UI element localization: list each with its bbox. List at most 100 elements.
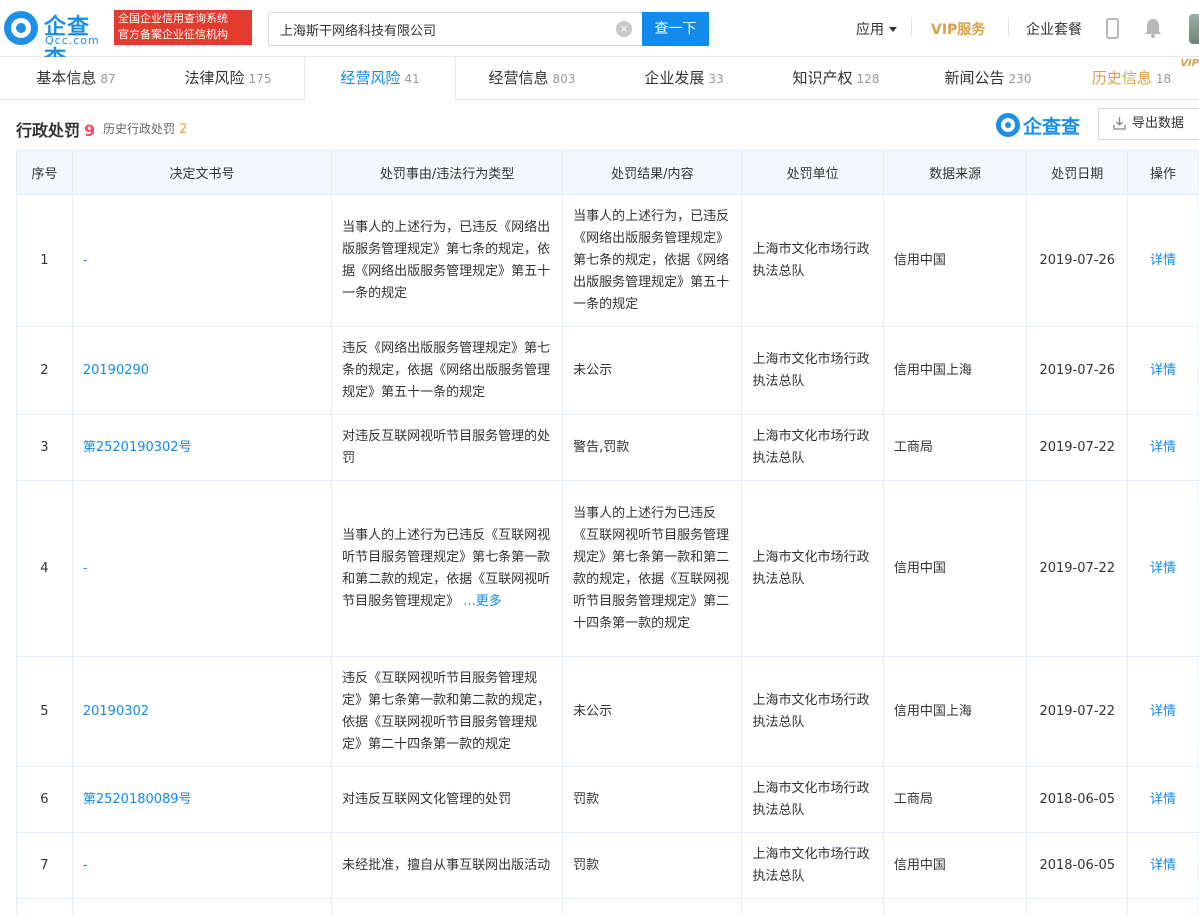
tab-basic-info[interactable]: 基本信息 87 <box>0 57 152 100</box>
chevron-down-icon <box>889 27 897 32</box>
divider <box>911 18 912 36</box>
details-link[interactable]: 详情 <box>1127 414 1199 481</box>
certification-badge[interactable]: 全国企业信用查询系统 官方备案企业征信机构 <box>114 10 252 45</box>
tab-label: 历史信息 <box>1091 69 1152 87</box>
company-tabs: 基本信息 87 法律风险 175 经营风险 41 经营信息 803 企业发展 33 知识产… <box>0 57 1199 101</box>
cell-source: 工商局 <box>882 414 1028 481</box>
tab-business-info[interactable]: 经营信息 803 <box>456 57 608 100</box>
cell-no: 1 <box>16 194 73 327</box>
tab-history-info[interactable]: 历史信息 18 VIP <box>1064 57 1199 100</box>
cell-no: 6 <box>16 766 73 833</box>
nav-vip-service[interactable]: VIP服务 <box>931 19 985 39</box>
mobile-app-icon[interactable] <box>1106 18 1119 39</box>
table-row: 1 - 当事人的上述行为，已违反《网络出版服务管理规定》第七条的规定，依据《网络… <box>16 194 1199 327</box>
cell-reason-text: 当事人的上述行为已违反《互联网视听节目服务管理规定》第七条第一款和第二款的规定，… <box>342 527 551 609</box>
cell-source: 信用中国 <box>882 832 1028 899</box>
cell-no: 4 <box>16 480 73 657</box>
cell-reason: 当事人的上述行为，已违反《网络出版服务管理规定》第七条的规定，依据《网络出版服务… <box>331 194 564 327</box>
cell-unit: 上海市文化市场行政执法总队 <box>741 414 884 481</box>
table-row: 2 20190290 违反《网络出版服务管理规定》第七条的规定，依据《网络出版服… <box>16 326 1199 415</box>
tab-count: 33 <box>708 72 724 86</box>
avatar[interactable] <box>1189 14 1199 44</box>
cell-date: 2019-07-26 <box>1026 326 1129 415</box>
search-button[interactable]: 查一下 <box>642 12 709 46</box>
cell-no: 2 <box>16 326 73 415</box>
details-link[interactable]: 详情 <box>1127 480 1199 657</box>
tab-label: 基本信息 <box>36 69 97 87</box>
cell-reason: 对违反互联网文化管理的处罚 <box>331 766 564 833</box>
table-header-row: 序号 决定文书号 处罚事由/违法行为类型 处罚结果/内容 处罚单位 数据来源 处… <box>16 150 1199 195</box>
tab-count: 230 <box>1008 72 1032 86</box>
cell-doc-number[interactable]: 第2520180089号 <box>71 766 333 833</box>
cell-doc-number: - <box>71 832 333 899</box>
cell-unit: 上海市文化市场行政执法总队 <box>741 480 884 657</box>
tab-count: 87 <box>100 72 116 86</box>
watermark-logo-icon <box>996 113 1020 137</box>
download-icon <box>1113 117 1126 130</box>
details-link[interactable]: 详情 <box>1127 194 1199 327</box>
table-row: 4 - 当事人的上述行为已违反《互联网视听节目服务管理规定》第七条第一款和第二款… <box>16 480 1199 657</box>
col-header-reason: 处罚事由/违法行为类型 <box>331 150 564 195</box>
vip-tag: VIP <box>1180 58 1199 69</box>
cell-unit: 上海市文化市场行政执法总队 <box>741 832 884 899</box>
cell-source: 工商局 <box>882 766 1028 833</box>
col-header-date: 处罚日期 <box>1026 150 1129 195</box>
tab-count: 803 <box>552 72 576 86</box>
logo-mark-icon <box>4 11 38 45</box>
tab-development[interactable]: 企业发展 33 <box>608 57 760 100</box>
tab-business-risk[interactable]: 经营风险 41 <box>304 57 456 101</box>
qcc-logo[interactable]: 企查查 Qcc.com <box>4 10 110 72</box>
watermark-text: 企查查 <box>1023 116 1081 138</box>
cell-source: 信用中国上海 <box>882 656 1028 767</box>
cell-result: 当事人的上述行为已违反《互联网视听节目服务管理规定》第七条第一款和第二款的规定，… <box>562 480 743 657</box>
penalty-table: 序号 决定文书号 处罚事由/违法行为类型 处罚结果/内容 处罚单位 数据来源 处… <box>16 150 1199 915</box>
tab-count: 175 <box>248 72 272 86</box>
cell-date: 2018-06-05 <box>1026 766 1129 833</box>
clear-search-icon[interactable]: × <box>616 21 632 37</box>
table-row-partial <box>16 898 1199 915</box>
history-penalty-link[interactable]: 历史行政处罚 2 <box>103 120 187 137</box>
table-row: 5 20190302 违反《互联网视听节目服务管理规定》第七条第一款和第二款的规… <box>16 656 1199 767</box>
more-link[interactable]: ...更多 <box>463 594 501 609</box>
cell-no: 7 <box>16 832 73 899</box>
details-link[interactable]: 详情 <box>1127 832 1199 899</box>
history-label: 历史行政处罚 <box>103 122 176 136</box>
tab-intellectual-property[interactable]: 知识产权 128 <box>760 57 912 100</box>
search-input[interactable] <box>268 12 642 46</box>
notification-bell-icon[interactable] <box>1144 18 1162 38</box>
cell-doc-number[interactable]: 第2520190302号 <box>71 414 333 481</box>
tab-legal-risk[interactable]: 法律风险 175 <box>152 57 304 100</box>
tab-news[interactable]: 新闻公告 230 <box>912 57 1064 100</box>
cell-result: 未公示 <box>562 656 743 767</box>
col-header-result: 处罚结果/内容 <box>562 150 743 195</box>
cell-reason: 对违反互联网视听节目服务管理的处罚 <box>331 414 564 481</box>
col-header-no: 序号 <box>16 150 73 195</box>
nav-apps-menu[interactable]: 应用 <box>856 19 897 39</box>
section-title: 行政处罚 9 <box>16 117 95 141</box>
cell-doc-number[interactable]: 20190302 <box>71 656 333 767</box>
cell-doc-number: - <box>71 480 333 657</box>
cell-unit: 上海市文化市场行政执法总队 <box>741 766 884 833</box>
details-link[interactable]: 详情 <box>1127 326 1199 415</box>
tab-label: 经营信息 <box>488 69 549 87</box>
nav-enterprise-package[interactable]: 企业套餐 <box>1026 19 1082 39</box>
tab-label: 企业发展 <box>644 69 705 87</box>
cell-result: 当事人的上述行为，已违反《网络出版服务管理规定》第七条的规定，依据《网络出版服务… <box>562 194 743 327</box>
logo-domain: Qcc.com <box>45 34 100 47</box>
cell-unit: 上海市文化市场行政执法总队 <box>741 194 884 327</box>
cell-unit: 上海市文化市场行政执法总队 <box>741 326 884 415</box>
badge-line-1: 全国企业信用查询系统 <box>118 12 228 25</box>
details-link[interactable]: 详情 <box>1127 766 1199 833</box>
cell-date: 2019-07-22 <box>1026 480 1129 657</box>
tab-label: 法律风险 <box>184 69 245 87</box>
tab-count: 41 <box>404 72 420 86</box>
details-link[interactable]: 详情 <box>1127 656 1199 767</box>
cell-result: 警告,罚款 <box>562 414 743 481</box>
section-title-text: 行政处罚 <box>16 121 81 140</box>
col-header-source: 数据来源 <box>882 150 1028 195</box>
cell-source: 信用中国上海 <box>882 326 1028 415</box>
nav-apps-label: 应用 <box>856 22 884 38</box>
cell-doc-number[interactable]: 20190290 <box>71 326 333 415</box>
cell-reason: 违反《网络出版服务管理规定》第七条的规定，依据《网络出版服务管理规定》第五十一条… <box>331 326 564 415</box>
col-header-unit: 处罚单位 <box>741 150 884 195</box>
